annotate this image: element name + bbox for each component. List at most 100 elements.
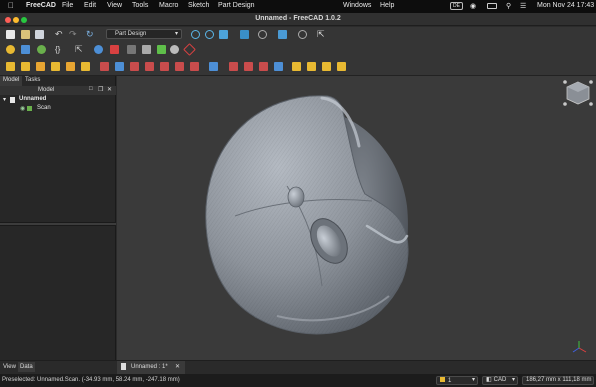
bottom-tab-bar: View Data Unnamed : 1* ✕ bbox=[0, 360, 596, 374]
macos-menubar:  FreeCAD File Edit View Tools Macro Ske… bbox=[0, 0, 596, 13]
part-icon[interactable] bbox=[6, 45, 15, 54]
additive-pipe-icon[interactable] bbox=[51, 62, 60, 71]
tab-view[interactable]: View bbox=[3, 364, 16, 370]
body-icon[interactable] bbox=[94, 45, 103, 54]
menu-help[interactable]: Help bbox=[380, 2, 394, 9]
menu-macro[interactable]: Macro bbox=[159, 2, 178, 9]
close-tab-icon[interactable]: ✕ bbox=[175, 363, 180, 370]
undo-icon[interactable]: ↶ bbox=[55, 30, 64, 39]
mirrored-icon[interactable] bbox=[229, 62, 238, 71]
tree-header: Model □ ❐ ✕ bbox=[0, 86, 116, 95]
additive-primitive-icon[interactable] bbox=[81, 62, 90, 71]
thickness-icon[interactable] bbox=[337, 62, 346, 71]
3d-viewport[interactable] bbox=[117, 76, 596, 360]
window-title: Unnamed - FreeCAD 1.0.2 bbox=[255, 15, 341, 22]
subtractive-loft-icon[interactable] bbox=[145, 62, 154, 71]
dimensions-box[interactable]: 186,27 mm x 111,18 mm bbox=[522, 376, 594, 385]
window-titlebar: Unnamed - FreeCAD 1.0.2 bbox=[0, 13, 596, 26]
save-document-icon[interactable] bbox=[35, 30, 44, 39]
menu-part-design[interactable]: Part Design bbox=[218, 2, 255, 9]
validate-sketch-icon[interactable] bbox=[127, 45, 136, 54]
hole-icon[interactable] bbox=[115, 62, 124, 71]
boolean-icon[interactable] bbox=[209, 62, 218, 71]
thumb-button bbox=[287, 186, 305, 208]
polar-pattern-icon[interactable] bbox=[259, 62, 268, 71]
tab-model[interactable]: Model bbox=[0, 76, 23, 86]
clone-icon[interactable] bbox=[157, 45, 166, 54]
tab-tasks[interactable]: Tasks bbox=[22, 76, 43, 86]
link-icon[interactable] bbox=[37, 45, 46, 54]
group-icon[interactable] bbox=[21, 45, 30, 54]
expand-arrow-icon[interactable]: ▾ bbox=[3, 96, 6, 103]
subtractive-pipe-icon[interactable] bbox=[160, 62, 169, 71]
draft-icon[interactable] bbox=[322, 62, 331, 71]
view-dimensions: 186,27 mm x 111,18 mm bbox=[526, 377, 592, 383]
menu-sketch[interactable]: Sketch bbox=[188, 2, 209, 9]
apple-icon[interactable]:  bbox=[8, 1, 14, 10]
chamfer-icon[interactable] bbox=[307, 62, 316, 71]
menu-tools[interactable]: Tools bbox=[132, 2, 148, 9]
revolution-icon[interactable] bbox=[21, 62, 30, 71]
panel-splitter[interactable] bbox=[0, 222, 116, 226]
measure-icon[interactable] bbox=[298, 30, 307, 39]
document-tab-label: Unnamed : 1* bbox=[131, 364, 168, 370]
additive-helix-icon[interactable] bbox=[66, 62, 75, 71]
navigation-style: CAD bbox=[493, 377, 507, 383]
fit-all-icon[interactable] bbox=[191, 30, 200, 39]
additive-loft-icon[interactable] bbox=[36, 62, 45, 71]
wifi-icon[interactable]: ◉ bbox=[470, 2, 476, 10]
float-icon[interactable]: ❐ bbox=[98, 86, 103, 93]
menu-view[interactable]: View bbox=[107, 2, 122, 9]
whats-this-icon[interactable]: ⇱ bbox=[75, 45, 84, 54]
document-tab[interactable]: Unnamed : 1* ✕ bbox=[117, 361, 185, 374]
toolbar-row-1: ↶ ↷ ↻ Part Design ▾ ⇱ bbox=[0, 27, 596, 41]
workbench-selector[interactable]: Part Design ▾ bbox=[106, 29, 182, 39]
subtractive-helix-icon[interactable] bbox=[175, 62, 184, 71]
menu-file[interactable]: File bbox=[62, 2, 73, 9]
visibility-icon[interactable]: ◉ bbox=[20, 105, 25, 112]
pointer-icon[interactable]: ⇱ bbox=[317, 30, 326, 39]
collapse-icon[interactable]: □ bbox=[89, 86, 93, 92]
axis-cross bbox=[572, 341, 587, 353]
variable-set-icon[interactable]: {} bbox=[55, 45, 64, 54]
spotlight-icon[interactable]: ⚲ bbox=[506, 2, 511, 10]
multitransform-icon[interactable] bbox=[274, 62, 283, 71]
subtractive-primitive-icon[interactable] bbox=[190, 62, 199, 71]
control-center-icon[interactable]: ☰ bbox=[520, 2, 526, 10]
sketch-icon[interactable] bbox=[110, 45, 119, 54]
pocket-icon[interactable] bbox=[100, 62, 109, 71]
navigation-style-box[interactable]: ◧ CAD ▾ bbox=[482, 376, 518, 385]
open-document-icon[interactable] bbox=[21, 30, 30, 39]
bounding-box-icon[interactable] bbox=[240, 30, 249, 39]
menu-windows[interactable]: Windows bbox=[343, 2, 371, 9]
datum-plane-icon[interactable] bbox=[183, 43, 196, 56]
fit-selection-icon[interactable] bbox=[205, 30, 214, 39]
app-name-menu[interactable]: FreeCAD bbox=[26, 2, 56, 9]
map-sketch-icon[interactable] bbox=[142, 45, 151, 54]
selection-count-box[interactable]: 1 ▾ bbox=[436, 376, 478, 385]
view-front-icon[interactable] bbox=[278, 30, 287, 39]
groove-icon[interactable] bbox=[130, 62, 139, 71]
mesh-model-view[interactable] bbox=[117, 76, 596, 360]
navigation-cube[interactable] bbox=[563, 80, 593, 106]
redo-icon[interactable]: ↷ bbox=[69, 30, 78, 39]
clock-datetime[interactable]: Mon Nov 24 17:43 bbox=[537, 2, 594, 9]
input-source-badge[interactable]: DE bbox=[450, 2, 463, 10]
close-panel-icon[interactable]: ✕ bbox=[107, 86, 112, 93]
menu-edit[interactable]: Edit bbox=[84, 2, 96, 9]
draw-style-icon[interactable] bbox=[219, 30, 228, 39]
toolbar-row-2: {} ⇱ bbox=[0, 41, 596, 58]
refresh-icon[interactable]: ↻ bbox=[86, 30, 95, 39]
tab-data[interactable]: Data bbox=[18, 362, 35, 372]
fillet-icon[interactable] bbox=[292, 62, 301, 71]
battery-icon[interactable] bbox=[487, 3, 497, 9]
linear-pattern-icon[interactable] bbox=[244, 62, 253, 71]
shape-binder-icon[interactable] bbox=[170, 45, 179, 54]
folder-icon bbox=[440, 377, 445, 382]
tree-item-scan[interactable]: ◉ Scan bbox=[0, 104, 116, 114]
pad-icon[interactable] bbox=[6, 62, 15, 71]
new-document-icon[interactable] bbox=[6, 30, 15, 39]
view-isometric-icon[interactable] bbox=[258, 30, 267, 39]
document-icon bbox=[10, 97, 15, 103]
tree-item-label: Unnamed bbox=[19, 96, 47, 102]
